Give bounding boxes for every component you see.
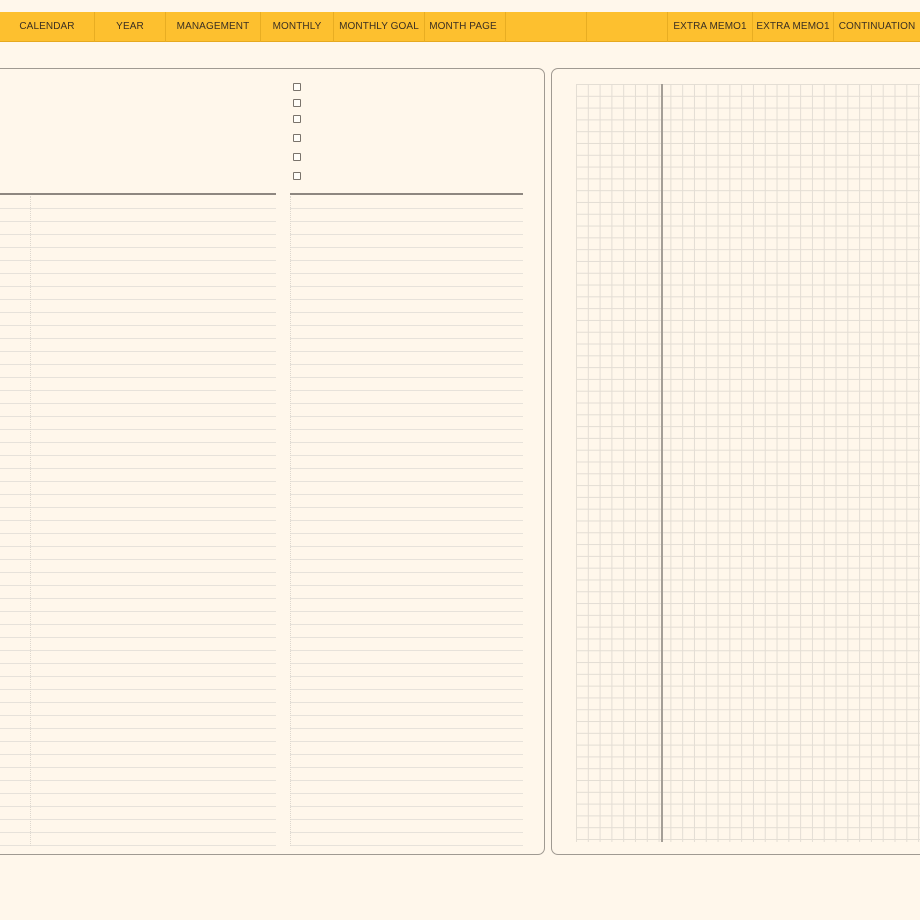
left-column-header-rule [0, 193, 276, 195]
tab-monthly-goal[interactable]: MONTHLY GOAL [334, 12, 424, 42]
tab-calendar[interactable]: CALENDAR [0, 12, 94, 42]
checklist-checkbox[interactable] [293, 134, 301, 142]
planner-page: CALENDAR YEAR MANAGEMENT MONTHLY MONTHLY… [0, 0, 920, 920]
checklist-checkbox[interactable] [293, 153, 301, 161]
tab-month-page[interactable]: MONTH PAGE [425, 12, 501, 42]
right-margin-line [290, 196, 291, 846]
checklist-checkbox[interactable] [293, 83, 301, 91]
right-lined-writing-area[interactable] [290, 196, 523, 846]
tab-management[interactable]: MANAGEMENT [166, 12, 260, 42]
tab-blank-2[interactable] [587, 12, 667, 42]
tab-extra-memo-2[interactable]: EXTRA MEMO1 [753, 12, 833, 42]
left-margin-line [30, 196, 31, 846]
grid-writing-area[interactable] [576, 84, 920, 842]
checklist-checkbox[interactable] [293, 115, 301, 123]
tab-extra-memo-1[interactable]: EXTRA MEMO1 [668, 12, 752, 42]
tab-year[interactable]: YEAR [95, 12, 165, 42]
checklist-checkbox[interactable] [293, 172, 301, 180]
top-nav-bar: CALENDAR YEAR MANAGEMENT MONTHLY MONTHLY… [0, 12, 920, 42]
right-column-header-rule [290, 193, 523, 195]
left-lined-writing-area[interactable] [0, 196, 276, 846]
checklist-checkbox[interactable] [293, 99, 301, 107]
grid-column-divider [661, 84, 663, 842]
tab-monthly[interactable]: MONTHLY [261, 12, 333, 42]
tab-continuation[interactable]: CONTINUATION [834, 12, 920, 42]
tab-blank-1[interactable] [506, 12, 586, 42]
